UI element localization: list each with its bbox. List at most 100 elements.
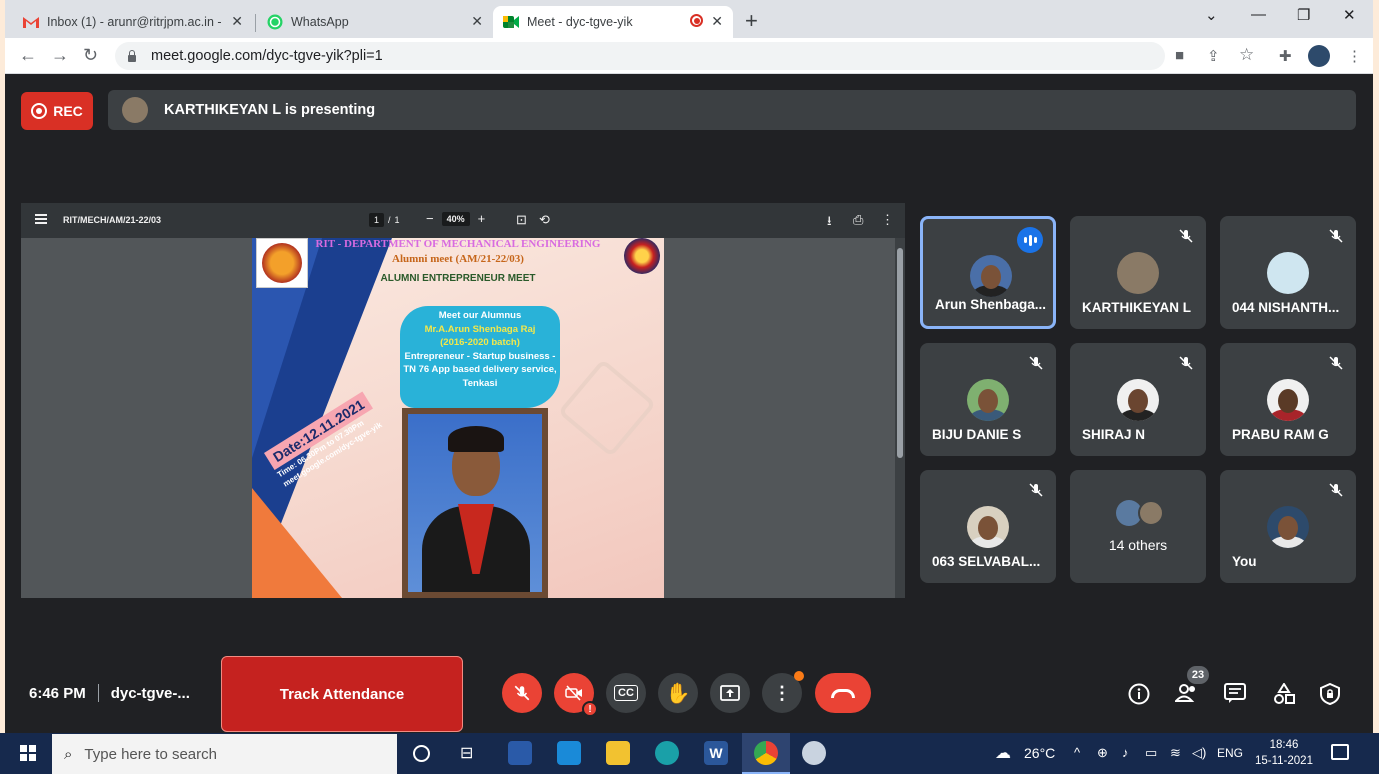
- hang-up-icon: [831, 688, 855, 698]
- paint-icon[interactable]: [802, 741, 826, 765]
- windows-start-icon[interactable]: [20, 745, 36, 761]
- url-text: meet.google.com/dyc-tgve-yik?pli=1: [151, 48, 383, 64]
- weather-icon[interactable]: ☁: [995, 743, 1011, 763]
- meet-tray-icon[interactable]: ⊕: [1097, 745, 1108, 761]
- task-view-icon[interactable]: ⊟: [460, 743, 473, 763]
- volume-icon[interactable]: ◁): [1192, 745, 1206, 761]
- chrome-taskbar-active[interactable]: [742, 733, 790, 774]
- language-indicator[interactable]: ENG: [1217, 746, 1243, 760]
- pdf-page-current[interactable]: 1: [369, 213, 385, 227]
- poster-subheading: Alumni meet (AM/21-22/03): [392, 253, 524, 265]
- people-icon[interactable]: [1173, 683, 1199, 708]
- recording-indicator-icon: [690, 14, 703, 27]
- participant-tile[interactable]: Arun Shenbaga...: [920, 216, 1056, 329]
- presenting-banner: KARTHIKEYAN L is presenting: [108, 90, 1356, 130]
- taskbar-search-box[interactable]: ⌕ Type here to search: [52, 734, 397, 774]
- camera-toggle-button[interactable]: !: [554, 673, 598, 717]
- activities-icon[interactable]: [1273, 682, 1295, 710]
- participant-tile[interactable]: BIJU DANIE S: [920, 343, 1056, 456]
- zoom-in-icon[interactable]: +: [478, 211, 486, 226]
- system-clock[interactable]: 18:46 15-11-2021: [1255, 737, 1313, 769]
- windows-taskbar: ⌕ Type here to search ⊟ W ☁ 26°C ^ ⊕ ♪ ▭…: [0, 733, 1379, 774]
- wifi-icon[interactable]: ≋: [1170, 745, 1181, 761]
- forward-icon[interactable]: →: [51, 45, 69, 66]
- close-tab-icon[interactable]: ✕: [231, 13, 243, 30]
- tab-whatsapp[interactable]: WhatsApp ✕: [257, 6, 493, 38]
- divider: [97, 684, 99, 702]
- store-icon[interactable]: [508, 741, 532, 765]
- close-tab-icon[interactable]: ✕: [711, 13, 723, 30]
- notifications-icon[interactable]: [1331, 744, 1349, 760]
- weather-temp[interactable]: 26°C: [1024, 745, 1055, 761]
- track-attendance-button[interactable]: Track Attendance: [221, 656, 463, 732]
- chevron-up-icon[interactable]: ^: [1074, 745, 1080, 760]
- captions-button[interactable]: CC: [606, 673, 646, 713]
- participant-tile[interactable]: 063 SELVABAL...: [920, 470, 1056, 583]
- participant-tile[interactable]: PRABU RAM G: [1220, 343, 1356, 456]
- presenting-text: KARTHIKEYAN L is presenting: [164, 102, 376, 118]
- lock-icon: [127, 50, 137, 62]
- poster-event: ALUMNI ENTREPRENEUR MEET: [380, 273, 536, 284]
- mic-off-icon: [1178, 355, 1194, 371]
- participant-tile[interactable]: SHIRAJ N: [1070, 343, 1206, 456]
- present-button[interactable]: [710, 673, 750, 713]
- mail-icon[interactable]: [557, 741, 581, 765]
- host-controls-icon[interactable]: [1320, 682, 1340, 710]
- word-icon[interactable]: W: [704, 741, 728, 765]
- maximize-button[interactable]: ❐: [1297, 6, 1310, 24]
- raise-hand-button[interactable]: ✋: [658, 673, 698, 713]
- url-bar[interactable]: meet.google.com/dyc-tgve-yik?pli=1: [115, 42, 1165, 70]
- download-icon[interactable]: ⭳: [827, 212, 832, 234]
- pdf-zoom-value[interactable]: 40%: [441, 211, 470, 226]
- pdf-scrollbar[interactable]: [895, 238, 905, 598]
- extensions-icon[interactable]: ✚: [1279, 47, 1292, 65]
- pdf-more-icon[interactable]: ⋮: [881, 212, 894, 228]
- battery-icon[interactable]: ▭: [1145, 745, 1157, 761]
- mic-off-icon: [1328, 228, 1344, 244]
- print-icon[interactable]: ⎙: [853, 212, 863, 228]
- share-icon[interactable]: ⇪: [1207, 47, 1220, 65]
- recording-badge: REC: [21, 92, 93, 130]
- file-explorer-icon[interactable]: [606, 741, 630, 765]
- mic-off-icon: [1028, 482, 1044, 498]
- meeting-code[interactable]: dyc-tgve-...: [111, 685, 190, 702]
- edge-icon[interactable]: [655, 741, 679, 765]
- participant-tile[interactable]: 044 NISHANTH...: [1220, 216, 1356, 329]
- camera-icon[interactable]: ■: [1175, 47, 1184, 64]
- back-icon[interactable]: ←: [19, 45, 37, 66]
- meeting-details-icon[interactable]: [1128, 683, 1150, 710]
- avatar: [970, 255, 1012, 297]
- tab-title: Meet - dyc-tgve-yik: [527, 15, 633, 29]
- zoom-out-icon[interactable]: −: [426, 211, 434, 226]
- others-count: 14 others: [1108, 537, 1168, 553]
- participant-tile[interactable]: KARTHIKEYAN L: [1070, 216, 1206, 329]
- microphone-tray-icon[interactable]: ♪: [1122, 745, 1129, 760]
- tab-gmail[interactable]: Inbox (1) - arunr@ritrjpm.ac.in - ✕: [13, 6, 253, 38]
- pdf-menu-icon[interactable]: [35, 214, 47, 224]
- profile-avatar[interactable]: [1308, 45, 1330, 67]
- reload-icon[interactable]: ↻: [83, 45, 98, 66]
- close-window-button[interactable]: ✕: [1343, 6, 1356, 24]
- mic-off-icon: [1328, 355, 1344, 371]
- chat-icon[interactable]: [1224, 683, 1246, 708]
- tab-search-button[interactable]: ⌄: [1205, 6, 1218, 24]
- fit-page-icon[interactable]: ⊡: [516, 212, 527, 228]
- new-tab-button[interactable]: +: [745, 8, 758, 34]
- tab-meet[interactable]: Meet - dyc-tgve-yik ✕: [493, 6, 733, 38]
- tab-divider: [255, 14, 256, 32]
- participant-name: You: [1232, 554, 1257, 569]
- more-options-button[interactable]: ⋮: [762, 671, 804, 713]
- others-tile[interactable]: 14 others: [1070, 470, 1206, 583]
- bookmark-star-icon[interactable]: ☆: [1239, 45, 1254, 65]
- close-tab-icon[interactable]: ✕: [471, 13, 483, 30]
- chrome-menu-icon[interactable]: ⋮: [1347, 47, 1362, 65]
- self-tile[interactable]: You: [1220, 470, 1356, 583]
- cortana-icon[interactable]: [413, 745, 430, 762]
- leave-call-button[interactable]: [815, 673, 871, 713]
- participant-name: 063 SELVABAL...: [932, 554, 1041, 569]
- rotate-icon[interactable]: ⟲: [539, 212, 550, 228]
- clock-date: 15-11-2021: [1255, 755, 1313, 767]
- minimize-button[interactable]: —: [1251, 6, 1266, 23]
- mic-toggle-button[interactable]: [502, 673, 542, 713]
- meeting-time: 6:46 PM: [29, 684, 86, 702]
